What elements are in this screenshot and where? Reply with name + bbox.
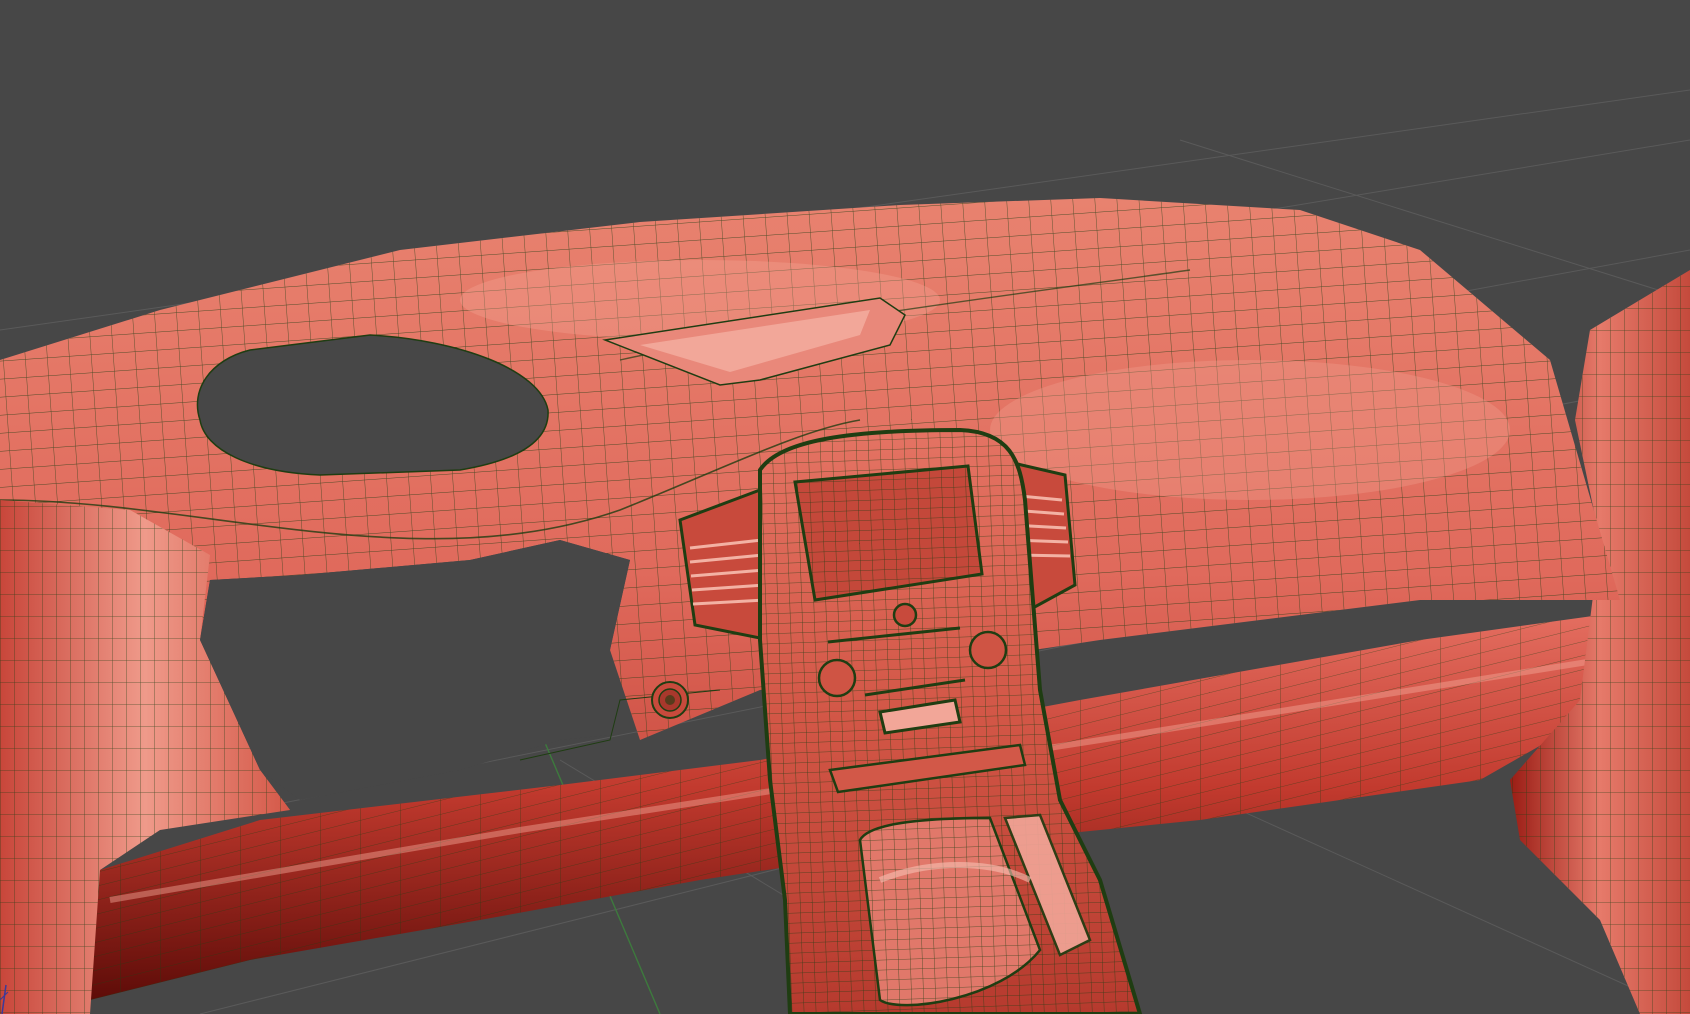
hazard-knob-icon[interactable] <box>651 681 689 719</box>
3d-viewport[interactable] <box>0 0 1690 1014</box>
right-tuning-knob-icon[interactable] <box>968 630 1008 670</box>
knee-opening <box>200 540 630 800</box>
left-volume-knob-icon[interactable] <box>817 658 857 698</box>
center-button-icon[interactable] <box>892 602 918 628</box>
